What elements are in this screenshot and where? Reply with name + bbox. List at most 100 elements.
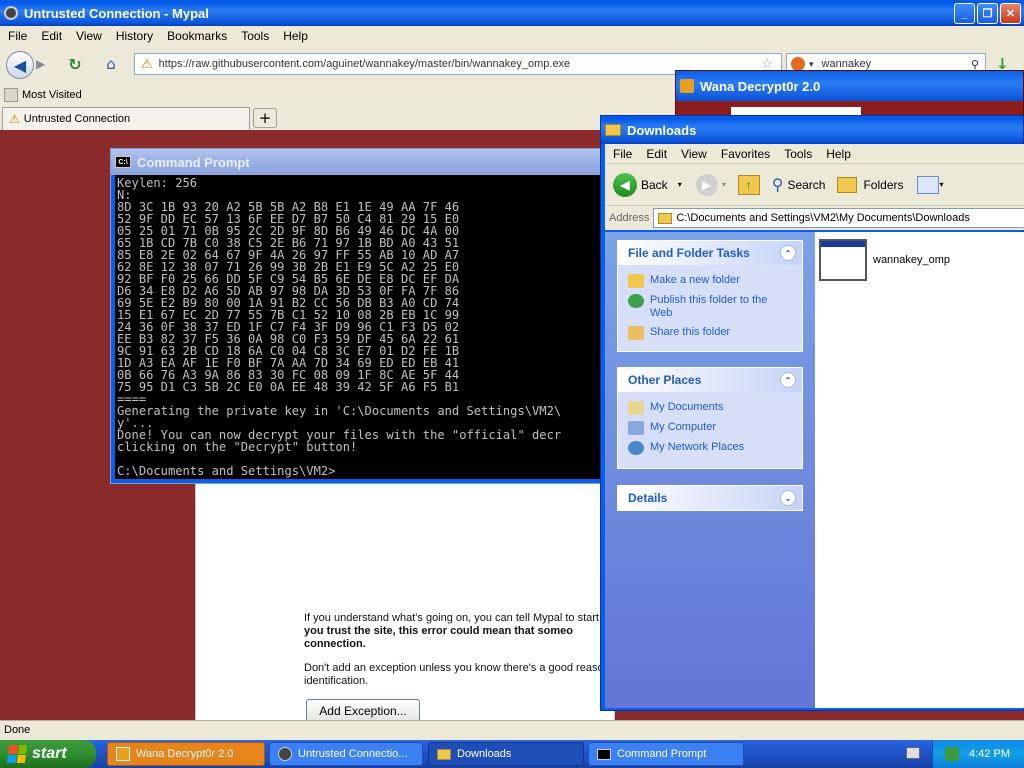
minimize-button[interactable]: _	[954, 3, 975, 24]
executable-icon	[819, 239, 867, 281]
menu-history[interactable]: History	[116, 29, 153, 43]
search-icon[interactable]: ⚲	[971, 58, 979, 71]
forward-button[interactable]: ▶	[36, 57, 52, 73]
taskbar-untrusted-connection[interactable]: Untrusted Connectio...	[269, 742, 423, 766]
cmd-icon: C:\	[115, 156, 131, 168]
search-label[interactable]: Search	[787, 178, 825, 192]
taskbar: start Wana Decrypt0r 2.0 Untrusted Conne…	[0, 740, 1024, 768]
folders-icon[interactable]	[837, 176, 858, 193]
browser-title: Untrusted Connection - Mypal	[24, 5, 209, 21]
explorer-titlebar[interactable]: Downloads	[601, 116, 1023, 144]
error-text-1: If you understand what's going on, you c…	[304, 612, 599, 624]
browser-titlebar[interactable]: Untrusted Connection - Mypal _ ❐ ✕	[0, 0, 1024, 26]
cmd-titlebar[interactable]: C:\ Command Prompt	[111, 149, 609, 175]
wana-icon	[680, 79, 694, 93]
menu-file[interactable]: File	[8, 29, 27, 43]
explorer-window[interactable]: Downloads File Edit View Favorites Tools…	[600, 115, 1024, 711]
home-button[interactable]: ⌂	[98, 52, 124, 76]
publish-folder-label: Publish this folder to the Web	[650, 294, 768, 319]
cmd-title: Command Prompt	[137, 154, 250, 170]
collapse-chevron-icon[interactable]: ⌃	[780, 372, 796, 388]
search-magnifier-icon[interactable]: ⚲	[772, 175, 784, 195]
taskbar-downloads-label: Downloads	[457, 748, 512, 760]
ex-menu-file[interactable]: File	[613, 147, 632, 161]
up-folder-icon[interactable]: ↑	[737, 174, 760, 195]
forward-arrow-icon[interactable]: ▶	[695, 173, 718, 196]
back-label[interactable]: Back	[641, 178, 668, 192]
address-folder-icon	[658, 212, 673, 224]
url-text: https://raw.githubusercontent.com/aguine…	[158, 58, 571, 70]
share-folder-link[interactable]: Share this folder	[618, 323, 802, 343]
error-text-4: Don't add an exception unless you know t…	[304, 662, 604, 674]
wana-titlebar[interactable]: Wana Decrypt0r 2.0	[676, 71, 1023, 101]
network-tray-icon[interactable]	[945, 747, 960, 761]
command-prompt-window[interactable]: C:\ Command Prompt Keylen: 256 N: 8D 3C …	[110, 148, 610, 484]
explorer-menubar: File Edit View Favorites Tools Help	[605, 144, 1024, 164]
back-arrow-icon[interactable]: ◀	[613, 172, 637, 197]
ex-menu-view[interactable]: View	[681, 147, 707, 161]
ex-menu-tools[interactable]: Tools	[784, 147, 812, 161]
menu-edit[interactable]: Edit	[41, 29, 62, 43]
address-label: Address	[609, 212, 650, 224]
menu-tools[interactable]: Tools	[241, 29, 269, 43]
collapse-chevron-icon[interactable]: ⌃	[780, 245, 796, 261]
make-new-folder-label: Make a new folder	[650, 274, 740, 286]
add-exception-button[interactable]: Add Exception...	[306, 699, 420, 722]
file-folder-tasks-panel: File and Folder Tasks ⌃ Make a new folde…	[617, 240, 803, 352]
cmd-console-output[interactable]: Keylen: 256 N: 8D 3C 1B 93 20 A2 5B 5B A…	[115, 175, 609, 479]
other-places-panel: Other Places ⌃ My Documents My Computer …	[617, 367, 803, 469]
my-network-places-link[interactable]: My Network Places	[618, 438, 802, 458]
ex-menu-edit[interactable]: Edit	[646, 147, 667, 161]
restore-button[interactable]: ❐	[977, 3, 998, 24]
start-button[interactable]: start	[0, 740, 96, 768]
file-folder-tasks-header[interactable]: File and Folder Tasks ⌃	[618, 241, 802, 265]
my-documents-link[interactable]: My Documents	[618, 398, 802, 418]
close-button[interactable]: ✕	[1000, 3, 1021, 24]
menu-help[interactable]: Help	[283, 29, 308, 43]
taskbar-wana-label: Wana Decrypt0r 2.0	[136, 748, 234, 760]
new-folder-icon	[628, 274, 644, 288]
file-item-wannakey[interactable]: wannakey_omp	[819, 236, 999, 284]
taskbar-command-prompt[interactable]: Command Prompt	[588, 742, 744, 766]
warning-icon: ⚠	[141, 56, 153, 71]
details-header[interactable]: Details ⌄	[618, 486, 802, 510]
file-list: wannakey_omp	[815, 232, 1024, 708]
other-places-header[interactable]: Other Places ⌃	[618, 368, 802, 392]
bookmark-page-icon	[4, 88, 18, 102]
ex-menu-favorites[interactable]: Favorites	[721, 147, 770, 161]
new-tab-button[interactable]: +	[253, 108, 277, 128]
publish-web-icon	[628, 294, 644, 308]
my-computer-label: My Computer	[650, 421, 717, 433]
system-tray: 4:42 PM	[932, 740, 1024, 768]
other-places-title: Other Places	[628, 373, 702, 387]
tab-warning-icon: ⚠	[9, 112, 20, 126]
back-button[interactable]: ◀	[6, 51, 34, 79]
explorer-toolbar: ◀ Back ▾ ▶ ▾ ↑ ⚲ Search Folders ▾	[605, 164, 1024, 206]
folders-label[interactable]: Folders	[863, 178, 903, 192]
share-folder-icon	[628, 326, 644, 340]
publish-folder-link[interactable]: Publish this folder to the Web	[618, 291, 802, 323]
file-folder-tasks-title: File and Folder Tasks	[628, 246, 750, 260]
expand-chevron-icon[interactable]: ⌄	[780, 490, 796, 506]
tab-untrusted-connection[interactable]: ⚠ Untrusted Connection	[2, 107, 250, 130]
reload-button[interactable]: ↻	[62, 52, 88, 76]
my-computer-link[interactable]: My Computer	[618, 418, 802, 438]
menu-view[interactable]: View	[76, 29, 102, 43]
ex-menu-help[interactable]: Help	[826, 147, 851, 161]
most-visited-link[interactable]: Most Visited	[22, 89, 82, 101]
address-input[interactable]: C:\Documents and Settings\VM2\My Documen…	[653, 208, 1024, 228]
make-new-folder-link[interactable]: Make a new folder	[618, 271, 802, 291]
downloads-task-icon	[437, 748, 451, 760]
network-places-icon	[628, 441, 644, 455]
taskbar-downloads[interactable]: Downloads	[428, 742, 584, 766]
keyboard-tray-icon[interactable]	[906, 747, 920, 759]
details-title: Details	[628, 491, 668, 505]
taskbar-wana-decryptor[interactable]: Wana Decrypt0r 2.0	[107, 742, 265, 766]
views-icon[interactable]	[917, 175, 940, 194]
task-pane: File and Folder Tasks ⌃ Make a new folde…	[605, 232, 815, 708]
search-engine-icon	[791, 57, 805, 71]
share-folder-label: Share this folder	[650, 326, 731, 338]
menu-bookmarks[interactable]: Bookmarks	[167, 29, 227, 43]
error-text-5: identification.	[304, 675, 369, 687]
clock[interactable]: 4:42 PM	[969, 748, 1010, 760]
